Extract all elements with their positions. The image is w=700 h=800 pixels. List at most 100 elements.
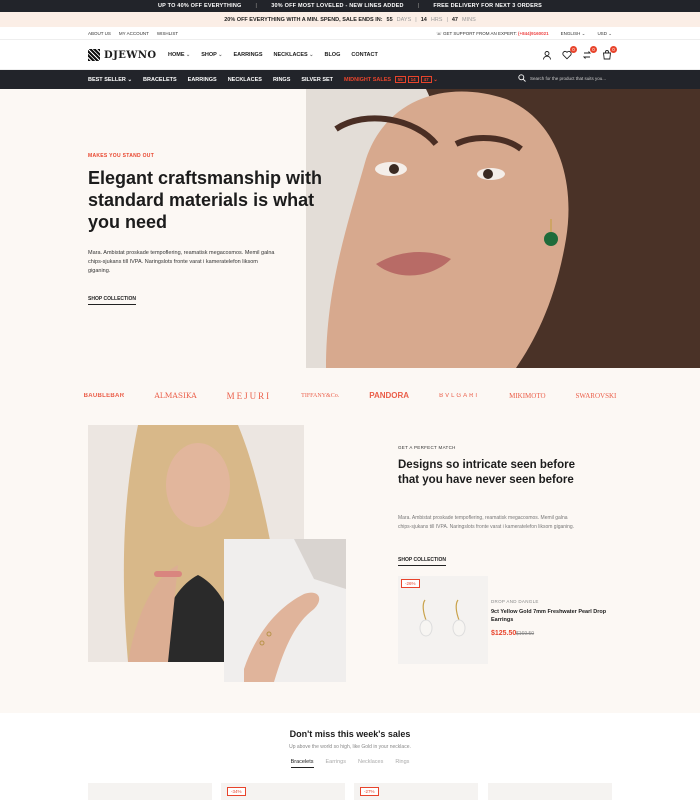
hero-eyebrow: MAKES YOU STAND OUT (88, 153, 155, 159)
feature-description: Mara. Ambistat proskade tempoflering, re… (398, 515, 575, 530)
utility-right: ☏ GET SUPPORT FROM AN EXPERT: (+844)9160… (436, 31, 612, 37)
chevron-down-icon: ⌄ (309, 52, 314, 58)
utility-bar: ABOUT US MY ACCOUNT WISHLIST ☏ GET SUPPO… (0, 27, 700, 40)
midnight-countdown-days: 55 (394, 76, 406, 83)
tab-bracelets[interactable]: Bracelets (290, 759, 314, 768)
countdown-minutes-label: MINS (462, 16, 476, 23)
support-label: GET SUPPORT FROM AN EXPERT: (443, 31, 517, 36)
brand-swarovski[interactable]: SWAROVSKI (576, 392, 617, 400)
chevron-down-icon: ⌄ (581, 31, 586, 36)
sales-subtitle: Up above the world so high, like Gold in… (289, 744, 411, 750)
nav-shop[interactable]: SHOP ⌄ (201, 52, 222, 58)
headset-icon: ☏ (436, 31, 442, 36)
sales-title: Don't miss this week's sales (289, 729, 411, 739)
category-silver-set[interactable]: SILVER SET (301, 77, 333, 83)
announcement-bar: UP TO 40% OFF EVERYTHING | 30% OFF MOST … (0, 0, 700, 12)
nav-necklaces[interactable]: NECKLACES ⌄ (274, 52, 314, 58)
countdown-days-label: DAYS (396, 16, 412, 23)
brand-pandora[interactable]: PANDORA (369, 391, 409, 400)
chevron-down-icon: ⌄ (218, 52, 223, 58)
category-rings[interactable]: RINGS (273, 77, 290, 83)
tab-necklaces[interactable]: Necklaces (358, 759, 383, 768)
search-icon[interactable] (518, 74, 526, 82)
feature-section: GET A PERFECT MATCH Designs so intricate… (0, 423, 700, 713)
hero-description: Mara. Ambistat proskade tempoflering, re… (88, 250, 275, 274)
product-name[interactable]: 9ct Yellow Gold 7mm Freshwater Pearl Dro… (491, 608, 609, 624)
announcement-item: 30% OFF MOST LOVELED - NEW LINES ADDED (271, 3, 404, 9)
currency-selector[interactable]: USD ⌄ (597, 31, 612, 37)
category-bracelets[interactable]: BRACELETS (143, 77, 177, 83)
hero-section: MAKES YOU STAND OUT Elegant craftsmanshi… (0, 89, 700, 368)
tab-earrings[interactable]: Earrings (326, 759, 346, 768)
sale-product-card[interactable]: -27% (354, 783, 478, 800)
wishlist-count-badge: 0 (570, 46, 577, 53)
brand-bvlgari[interactable]: BVLGARI (439, 393, 479, 399)
hero-shop-collection-button[interactable]: SHOP COLLECTION (88, 296, 136, 305)
hand-rings-photo (224, 539, 346, 682)
main-header: DJEWNO HOME ⌄ SHOP ⌄ EARRINGS NECKLACES … (0, 40, 700, 70)
pearl-earrings-image (419, 599, 466, 637)
category-best-seller[interactable]: BEST SELLER ⌄ (88, 77, 132, 83)
category-midnight-sales[interactable]: MIDNIGHT SALES 55 14 47 ⌄ (344, 76, 438, 83)
utility-links: ABOUT US MY ACCOUNT WISHLIST (88, 31, 178, 36)
cart-icon[interactable]: 0 (602, 46, 617, 60)
discount-badge: -27% (360, 787, 379, 796)
category-bar: BEST SELLER ⌄ BRACELETS EARRINGS NECKLAC… (0, 70, 700, 89)
cart-count-badge: 0 (610, 46, 617, 53)
nav-blog[interactable]: BLOG (324, 52, 340, 58)
brand-mikimoto[interactable]: MIKIMOTO (509, 392, 545, 400)
feature-title: Designs so intricate seen before that yo… (398, 459, 576, 486)
product-card-image[interactable]: -26% (398, 576, 488, 664)
brand-baublebar[interactable]: BAUBLEBAR (84, 393, 125, 399)
promo-text: 20% OFF EVERYTHING WITH A MIN. SPEND, SA… (224, 16, 383, 23)
announcement-item: FREE DELIVERY FOR NEXT 3 ORDERS (433, 3, 543, 9)
language-selector[interactable]: ENGLISH ⌄ (561, 31, 586, 37)
sales-tabs: Bracelets Earrings Necklaces Rings (0, 759, 700, 768)
discount-badge: -26% (401, 579, 420, 588)
site-logo[interactable]: DJEWNO (88, 49, 157, 61)
chevron-down-icon: ⌄ (127, 76, 133, 83)
compare-icon[interactable]: 0 (582, 46, 597, 60)
brand-mejuri[interactable]: MEJURI (227, 391, 272, 401)
sale-product-card[interactable] (488, 783, 612, 800)
logo-icon (88, 49, 100, 61)
discount-badge: -34% (227, 787, 246, 796)
nav-earrings[interactable]: EARRINGS (233, 52, 262, 58)
hero-model-image (306, 89, 700, 368)
user-icon[interactable] (542, 50, 552, 60)
sale-product-card[interactable]: -34% (221, 783, 345, 800)
hero-title: Elegant craftsmanship with standard mate… (88, 168, 323, 232)
search-input[interactable]: Search for the product that suits you... (530, 76, 606, 81)
support-phone[interactable]: (+844)9160021 (518, 31, 549, 36)
header-icons: 0 0 0 (542, 46, 617, 60)
my-account-link[interactable]: MY ACCOUNT (119, 31, 149, 36)
tab-rings[interactable]: Rings (395, 759, 409, 768)
category-earrings[interactable]: EARRINGS (188, 77, 217, 83)
countdown-days: 55 (386, 16, 393, 23)
feature-eyebrow: GET A PERFECT MATCH (398, 445, 456, 450)
weekly-sales-section: Don't miss this week's sales Up above th… (0, 713, 700, 800)
announcement-separator: | (417, 3, 420, 9)
promo-countdown-bar: 20% OFF EVERYTHING WITH A MIN. SPEND, SA… (0, 12, 700, 27)
feature-shop-collection-button[interactable]: SHOP COLLECTION (398, 557, 446, 566)
sale-product-card[interactable] (88, 783, 212, 800)
category-nav: BEST SELLER ⌄ BRACELETS EARRINGS NECKLAC… (88, 76, 438, 83)
main-nav: HOME ⌄ SHOP ⌄ EARRINGS NECKLACES ⌄ BLOG … (168, 52, 378, 58)
about-us-link[interactable]: ABOUT US (88, 31, 111, 36)
nav-home[interactable]: HOME ⌄ (168, 52, 190, 58)
brand-almasika[interactable]: ALMASIKA (154, 391, 196, 400)
heart-icon[interactable]: 0 (562, 46, 577, 60)
search-bar[interactable]: Search for the product that suits you... (518, 74, 606, 82)
countdown-minutes: 47 (451, 16, 458, 23)
midnight-countdown-minutes: 47 (420, 76, 432, 83)
logo-text: DJEWNO (104, 49, 157, 61)
wishlist-link[interactable]: WISHLIST (157, 31, 178, 36)
category-necklaces[interactable]: NECKLACES (228, 77, 262, 83)
brand-tiffany[interactable]: TIFFANY&Co. (301, 393, 339, 399)
announcement-separator: | (255, 3, 258, 9)
countdown-hours: 14 (420, 16, 427, 23)
product-category: DROP AND DANGLE (491, 599, 539, 604)
chevron-down-icon: ⌄ (186, 52, 191, 58)
countdown-hours-label: HRS (430, 16, 443, 23)
nav-contact[interactable]: CONTACT (351, 52, 377, 58)
